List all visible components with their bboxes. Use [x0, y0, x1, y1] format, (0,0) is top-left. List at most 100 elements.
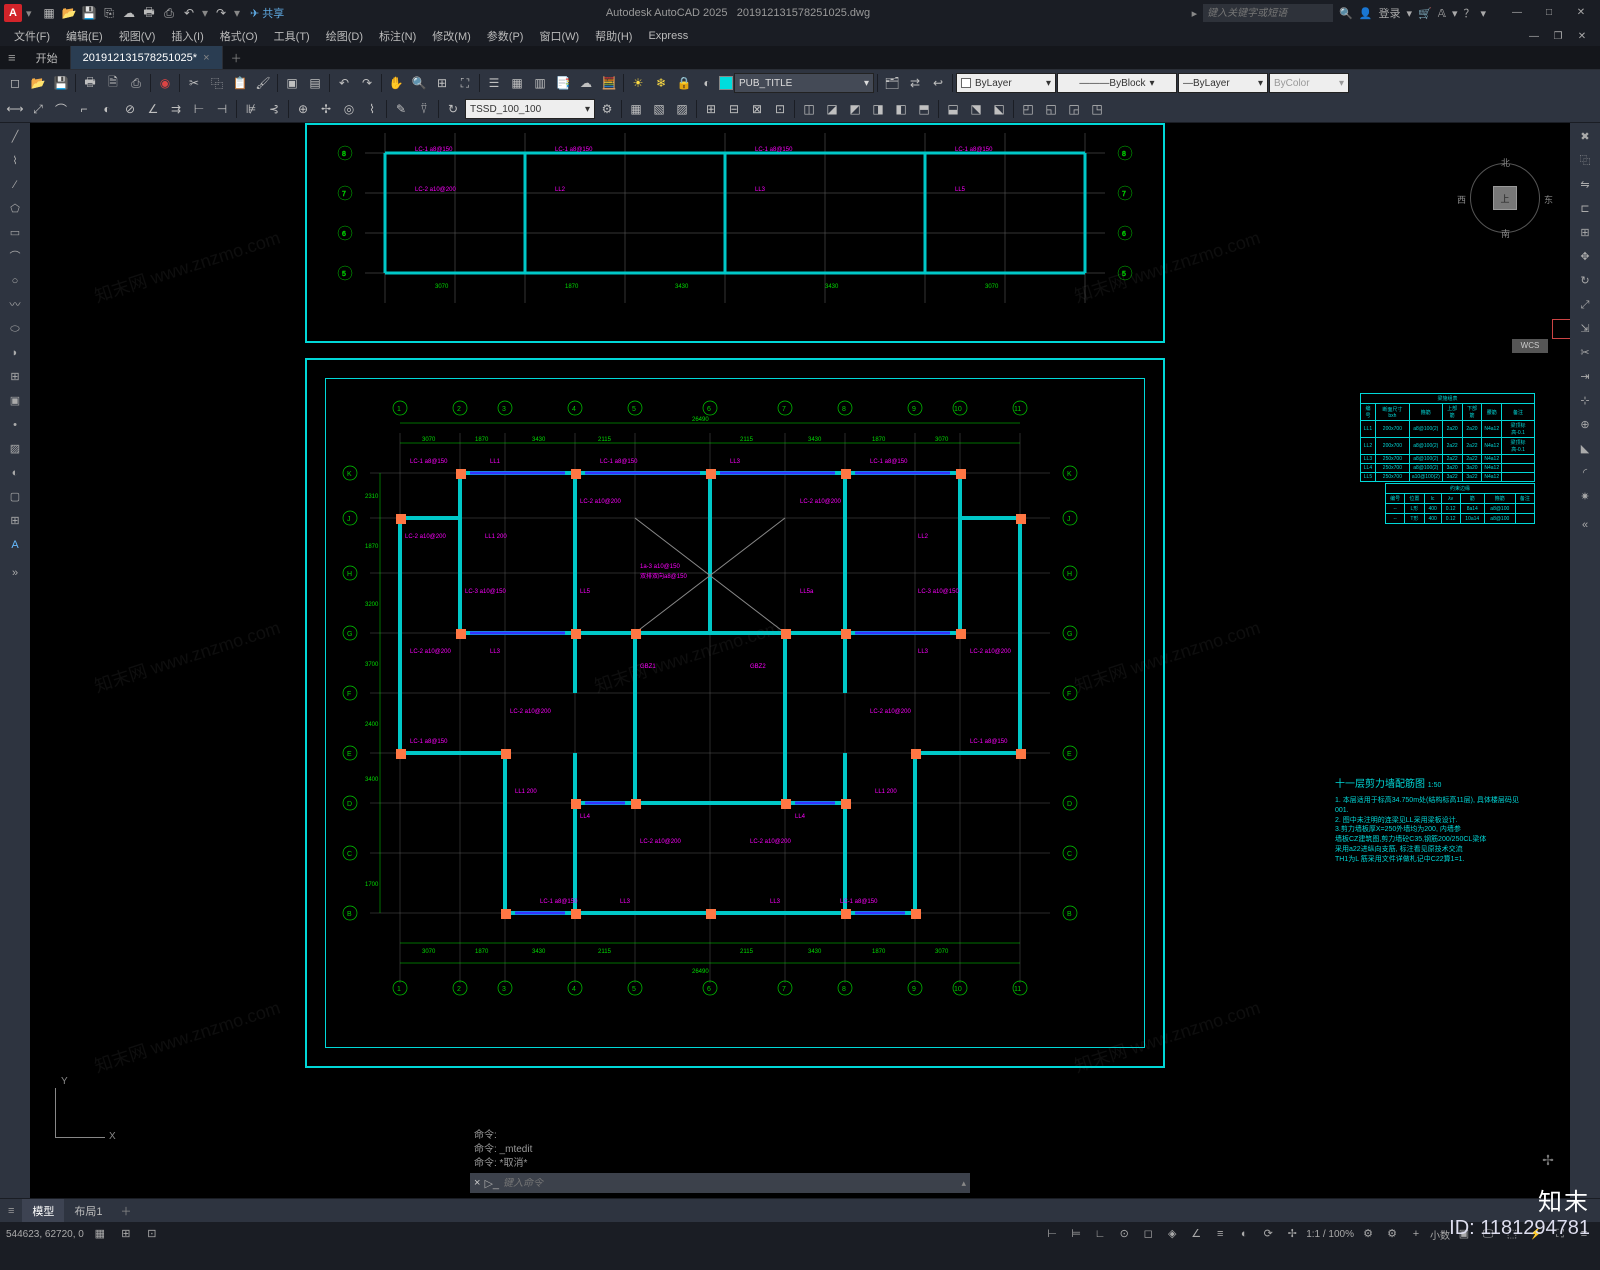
cut-icon[interactable]: ✂ [183, 72, 205, 94]
tool-icon[interactable]: ⊡ [769, 98, 791, 120]
share-button[interactable]: ✈ 共享 [250, 5, 284, 21]
grid-icon[interactable]: ⊞ [116, 1224, 136, 1244]
ellipse-icon[interactable]: ⬭ [3, 319, 27, 339]
point-icon[interactable]: • [3, 415, 27, 435]
copy-icon[interactable]: ⿻ [1573, 151, 1597, 171]
match-icon[interactable]: 🖌 [252, 72, 274, 94]
tool-pal-icon[interactable]: ▥ [529, 72, 551, 94]
jog-icon[interactable]: ⌇ [361, 98, 383, 120]
dim-dia-icon[interactable]: ⊘ [119, 98, 141, 120]
rotate-icon[interactable]: ↻ [1573, 271, 1597, 291]
dim-arc-icon[interactable]: ⌒ [50, 98, 72, 120]
bucket-icon[interactable]: 🛒 [1418, 7, 1432, 20]
join-icon[interactable]: ⊕ [1573, 415, 1597, 435]
lwt-icon[interactable]: ≡ [1210, 1224, 1230, 1244]
tool-icon[interactable]: ▨ [671, 98, 693, 120]
block-icon[interactable]: ▣ [281, 72, 303, 94]
rect-icon[interactable]: ▭ [3, 223, 27, 243]
cycle-icon[interactable]: ⟳ [1258, 1224, 1278, 1244]
tab-start[interactable]: 开始 [24, 46, 71, 69]
dim-update-icon[interactable]: ↻ [442, 98, 464, 120]
calc-icon[interactable]: 🧮 [598, 72, 620, 94]
dropdown-icon[interactable]: ▾ [1452, 7, 1458, 20]
undo-icon[interactable]: ↶ [333, 72, 355, 94]
menu-icon[interactable]: ≡ [0, 1205, 22, 1217]
dropdown-icon[interactable]: ▾ [200, 4, 210, 22]
compass-west[interactable]: 西 [1457, 193, 1466, 206]
menu-dim[interactable]: 标注(N) [371, 28, 424, 44]
polar-icon[interactable]: ⊙ [1114, 1224, 1134, 1244]
new-icon[interactable]: ◻ [4, 72, 26, 94]
layer-iso-icon[interactable]: ◐ [696, 72, 718, 94]
units-display[interactable]: 小数 [1430, 1227, 1450, 1242]
pline-icon[interactable]: ⌇ [3, 151, 27, 171]
pan-icon[interactable]: ✋ [385, 72, 407, 94]
model-icon[interactable]: ▦ [90, 1224, 110, 1244]
annoscale-display[interactable]: 1:1 / 100% [1306, 1229, 1354, 1240]
dim-aligned-icon[interactable]: ⤢ [27, 98, 49, 120]
close-tab-icon[interactable]: × [203, 52, 209, 64]
ssm-icon[interactable]: 📑 [552, 72, 574, 94]
fillet-icon[interactable]: ◜ [1573, 463, 1597, 483]
compass-north[interactable]: 北 [1501, 156, 1510, 169]
menu-tools[interactable]: 工具(T) [266, 28, 318, 44]
tool-icon[interactable]: ◪ [821, 98, 843, 120]
menu-param[interactable]: 参数(P) [479, 28, 532, 44]
publish-icon[interactable]: ⎙ [125, 72, 147, 94]
spline-icon[interactable]: 〰 [3, 295, 27, 315]
copy-icon[interactable]: ⿻ [206, 72, 228, 94]
preview-icon[interactable]: 🗎 [102, 72, 124, 94]
dimstyle-dropdown[interactable]: TSSD_100_100▾ [465, 99, 595, 119]
close-button[interactable]: ✕ [1566, 2, 1596, 24]
save-icon[interactable]: 💾 [50, 72, 72, 94]
mtext-icon[interactable]: A [3, 535, 27, 555]
inspect-icon[interactable]: ◎ [338, 98, 360, 120]
view-cube-top[interactable]: 上 [1493, 186, 1517, 210]
doc-restore-button[interactable]: ❐ [1546, 31, 1570, 42]
view-cube[interactable]: 上 北 南 西 东 [1465, 158, 1545, 238]
compass-east[interactable]: 东 [1544, 193, 1553, 206]
search-icon[interactable]: 🔍 [1339, 7, 1353, 20]
tool-icon[interactable]: ⬓ [942, 98, 964, 120]
circle-icon[interactable]: ○ [3, 271, 27, 291]
chamfer-icon[interactable]: ◣ [1573, 439, 1597, 459]
tool-icon[interactable]: ◨ [867, 98, 889, 120]
offset-icon[interactable]: ⊏ [1573, 199, 1597, 219]
layer-lock-icon[interactable]: 🔒 [673, 72, 695, 94]
wcs-label[interactable]: WCS [1512, 339, 1548, 353]
dropdown-icon[interactable]: ▾ [1407, 7, 1413, 20]
dimstyle-icon[interactable]: ⚙ [596, 98, 618, 120]
tool-icon[interactable]: ◧ [890, 98, 912, 120]
erase-icon[interactable]: ✖ [1573, 127, 1597, 147]
annomon-icon[interactable]: ✢ [1282, 1224, 1302, 1244]
dropdown-icon[interactable]: ▾ [26, 7, 40, 20]
app-logo[interactable]: A [4, 4, 22, 22]
menu-icon[interactable]: ≡ [0, 50, 24, 65]
current-layer-dropdown[interactable]: ByLayer▾ [956, 73, 1056, 93]
print-icon[interactable]: ⎙ [160, 4, 178, 22]
zoom-icon[interactable]: 🔍 [408, 72, 430, 94]
saveas-icon[interactable]: ⎘ [100, 4, 118, 22]
linetype-dropdown[interactable]: ——— ByBlock ▾ [1057, 73, 1177, 93]
tool-icon[interactable]: ◲ [1063, 98, 1085, 120]
new-icon[interactable]: ▦ [40, 4, 58, 22]
search-input[interactable] [1203, 4, 1333, 22]
save-icon[interactable]: 💾 [80, 4, 98, 22]
layer-prev-icon[interactable]: ↩ [927, 72, 949, 94]
layer-dropdown[interactable]: PUB_TITLE▾ [734, 73, 874, 93]
3dosnap-icon[interactable]: ◈ [1162, 1224, 1182, 1244]
dim-ord-icon[interactable]: ⌐ [73, 98, 95, 120]
xline-icon[interactable]: ∕ [3, 175, 27, 195]
doc-minimize-button[interactable]: — [1522, 31, 1546, 42]
plot-icon[interactable]: 🖶 [79, 72, 101, 94]
layer-state-icon[interactable]: 🗂 [881, 72, 903, 94]
nav-cross-icon[interactable]: ✢ [1536, 1152, 1560, 1176]
block-icon[interactable]: ▣ [3, 391, 27, 411]
block-edit-icon[interactable]: ▤ [304, 72, 326, 94]
array-icon[interactable]: ⊞ [1573, 223, 1597, 243]
tool-icon[interactable]: ⊟ [723, 98, 745, 120]
tool-icon[interactable]: ⊠ [746, 98, 768, 120]
mark-icon[interactable]: ☁ [575, 72, 597, 94]
open-icon[interactable]: 📂 [60, 4, 78, 22]
line-icon[interactable]: ╱ [3, 127, 27, 147]
